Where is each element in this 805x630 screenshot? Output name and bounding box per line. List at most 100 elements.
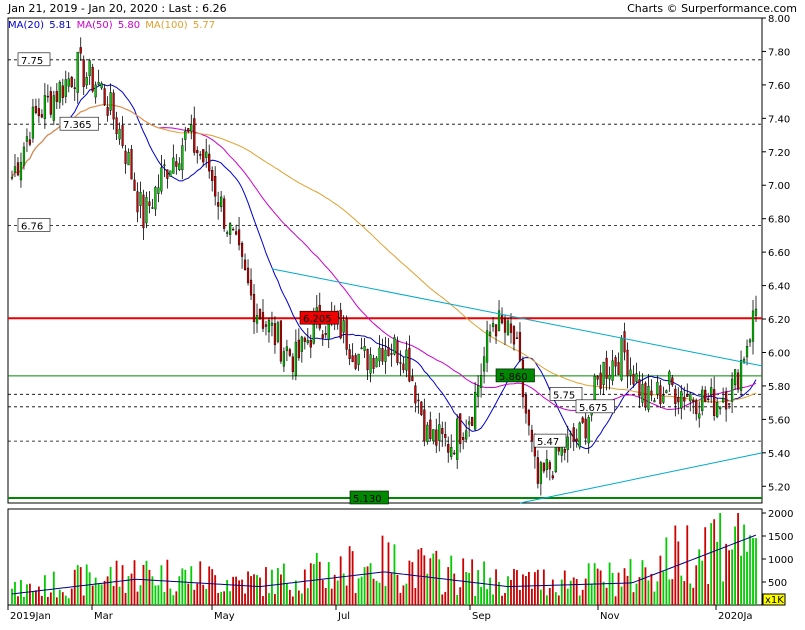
candle-body <box>106 106 109 116</box>
candle-body <box>423 409 426 442</box>
price-tick-label: 7.80 <box>768 47 790 58</box>
candle-body <box>255 315 259 324</box>
candle-body <box>252 293 256 323</box>
candle-body <box>339 309 342 339</box>
candle-body <box>181 145 184 171</box>
candle-body <box>157 187 160 194</box>
candle-body <box>704 389 707 402</box>
candle-body <box>127 152 130 166</box>
candle-body <box>456 418 459 460</box>
candle-body <box>665 390 668 393</box>
level-label: 5.130 <box>353 494 382 505</box>
levels-layer <box>8 59 762 499</box>
candle-body <box>725 391 728 410</box>
candle-body <box>190 124 193 132</box>
candle-body <box>751 310 755 342</box>
candle-body <box>545 459 548 471</box>
candle-body <box>602 361 605 385</box>
candle-body <box>396 340 399 363</box>
candle-body <box>689 393 692 402</box>
candle-body <box>237 229 241 246</box>
candle-body <box>285 346 288 352</box>
candle-body <box>163 164 166 167</box>
candle-body <box>617 362 620 375</box>
price-tick-label: 5.40 <box>768 449 790 460</box>
candle-body <box>103 88 106 105</box>
candle-body <box>357 353 360 365</box>
price-tick-label: 6.40 <box>768 282 790 293</box>
candle-body <box>608 374 611 380</box>
candle-body <box>214 176 217 197</box>
candle-body <box>291 356 294 373</box>
level-label: 5.675 <box>579 403 608 414</box>
candle-body <box>518 332 522 361</box>
candle-body <box>671 377 674 386</box>
candle-body <box>34 106 38 113</box>
candle-body <box>441 428 444 434</box>
volume-tick-label: 1000 <box>768 555 793 566</box>
candle-body <box>701 389 704 411</box>
candle-body <box>683 396 686 402</box>
x-tick-label: 2019Jan <box>10 611 51 622</box>
candle-body <box>656 382 659 395</box>
candle-body <box>468 421 471 425</box>
candle-body <box>692 399 695 402</box>
volume-tick-label: 500 <box>768 578 787 589</box>
candle-body <box>719 406 722 410</box>
candle-body <box>16 162 20 176</box>
candle-body <box>366 349 369 370</box>
candle-body <box>599 372 602 389</box>
candle-body <box>593 375 596 404</box>
candle-body <box>187 128 190 132</box>
candle-body <box>220 196 223 208</box>
candle-body <box>736 372 740 390</box>
candle-body <box>748 339 752 343</box>
price-tick-label: 7.20 <box>768 148 790 159</box>
candle-body <box>82 59 85 87</box>
candle-body <box>193 118 196 153</box>
candle-body <box>22 146 26 166</box>
volume-average-line <box>11 534 757 595</box>
x-tick-label: 2020Ja <box>718 611 753 622</box>
candle-body <box>124 150 127 164</box>
candle-body <box>515 337 519 339</box>
candle-body <box>243 259 247 271</box>
price-tick-label: 5.60 <box>768 415 790 426</box>
candle-body <box>112 92 115 120</box>
candle-body <box>118 128 121 140</box>
candle-body <box>258 308 262 319</box>
candle-body <box>148 201 151 206</box>
price-tick-label: 6.00 <box>768 348 790 359</box>
x-tick-label: May <box>214 611 235 622</box>
candle-body <box>677 397 680 403</box>
candle-body <box>136 191 139 213</box>
candle-body <box>754 308 758 316</box>
candle-body <box>139 192 142 206</box>
candle-body <box>52 95 55 121</box>
candle-body <box>405 349 408 371</box>
candle-body <box>294 341 297 376</box>
candles-layer <box>10 37 758 496</box>
volume-tick-label: 2000 <box>768 509 793 520</box>
candle-body <box>76 51 79 93</box>
candle-body <box>611 360 614 381</box>
level-label: 6.205 <box>303 314 332 325</box>
candle-body <box>491 323 495 328</box>
candle-body <box>722 398 725 403</box>
candle-body <box>232 228 235 231</box>
candle-body <box>49 91 52 115</box>
candle-body <box>674 388 677 405</box>
candle-body <box>229 223 232 235</box>
candle-body <box>587 417 590 444</box>
candle-body <box>465 430 468 440</box>
candle-body <box>205 151 208 158</box>
candle-body <box>154 186 157 210</box>
candle-body <box>626 349 629 377</box>
candle-body <box>13 166 17 173</box>
candle-body <box>133 179 136 191</box>
price-tick-label: 6.60 <box>768 248 790 259</box>
candle-body <box>223 198 226 229</box>
price-tick-label: 5.80 <box>768 382 790 393</box>
candle-body <box>566 436 569 450</box>
candle-body <box>300 336 303 352</box>
